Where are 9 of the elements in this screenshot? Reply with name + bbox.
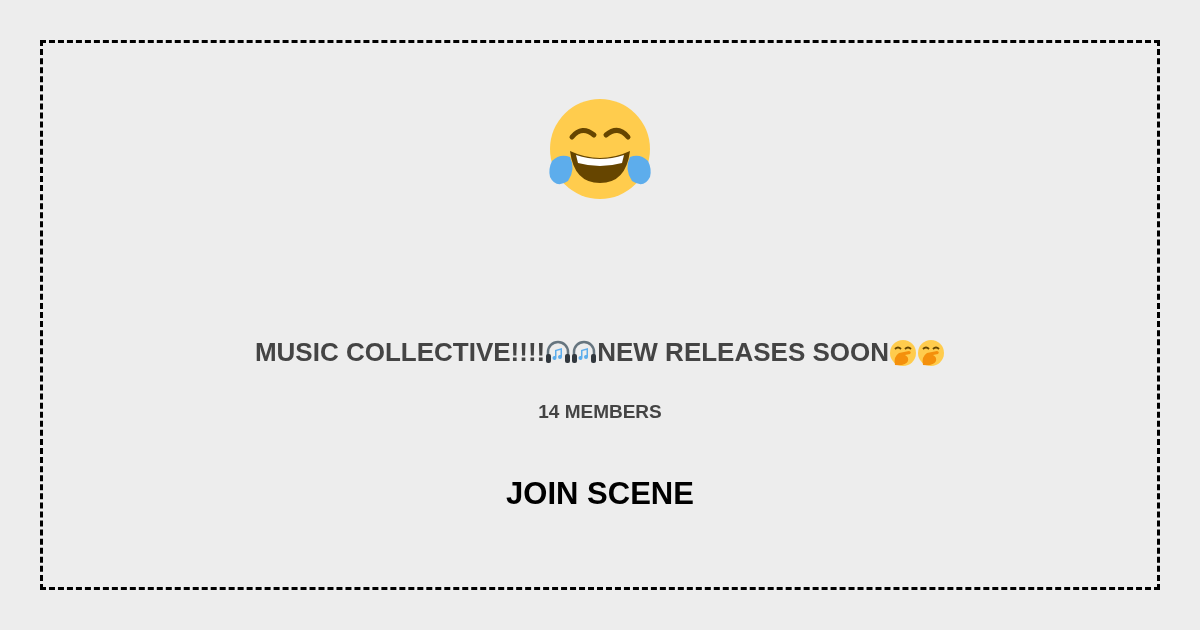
scene-title: NEW RELEASES SOON (597, 336, 890, 369)
scene-title: MUSIC COLLECTIVE!!!! (254, 336, 546, 369)
member-count: 14 MEMBERS (538, 400, 662, 424)
hand-over-mouth-face-icon (889, 338, 918, 367)
laughing-face-icon (548, 99, 652, 199)
headphones-icon (571, 339, 598, 366)
headphones-icon (545, 339, 572, 366)
join-button[interactable]: JOIN SCENE (506, 470, 694, 517)
hand-over-mouth-face-icon (917, 338, 946, 367)
